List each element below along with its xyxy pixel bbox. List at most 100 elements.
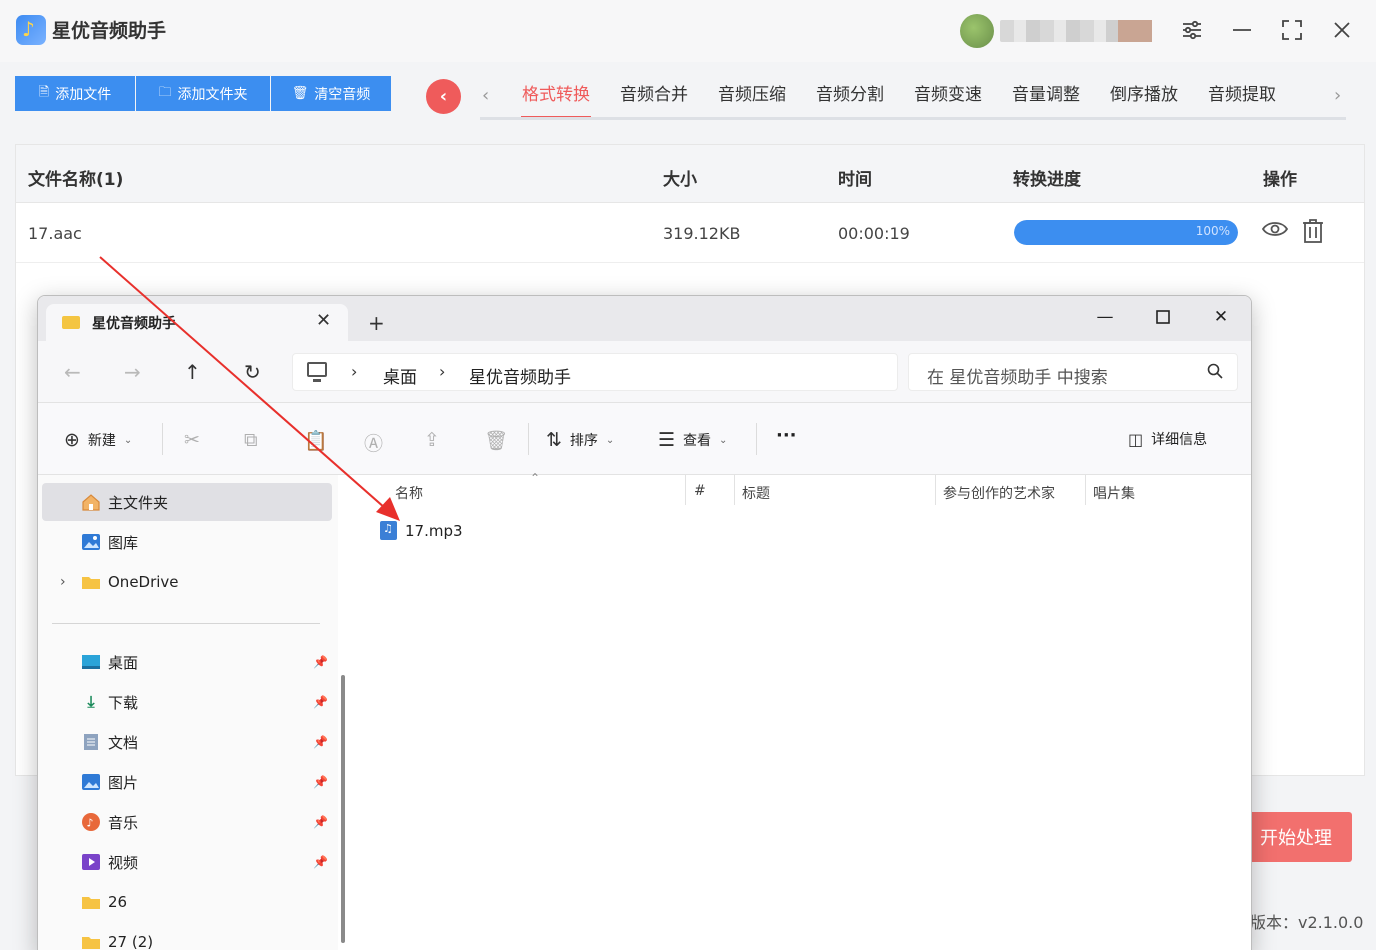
column-divider[interactable] (1085, 475, 1086, 505)
sidebar-item-pictures[interactable]: 图片 📌 (42, 763, 332, 801)
copy-button[interactable]: ⧉ (244, 429, 258, 451)
video-icon (80, 853, 102, 871)
new-label: 新建 (87, 433, 116, 449)
tab-audio-compress[interactable]: 音频压缩 (706, 80, 798, 118)
sidebar-item-label: 图片 (108, 773, 139, 792)
pin-icon[interactable]: 📌 (313, 855, 328, 869)
col-filename: 文件名称(1) (28, 170, 124, 190)
tab-audio-merge[interactable]: 音频合并 (608, 80, 700, 118)
explorer-minimize-icon[interactable]: — (1085, 302, 1125, 332)
tab-reverse-play[interactable]: 倒序播放 (1098, 80, 1190, 118)
sidebar-item-downloads[interactable]: ⤓ 下载 📌 (42, 683, 332, 721)
chevron-right-icon[interactable]: › (439, 362, 445, 381)
share-button[interactable]: ⇪ (424, 429, 440, 451)
explorer-tab-bar: 星优音频助手 ✕ + — ✕ (38, 296, 1251, 341)
tab-close-icon[interactable]: ✕ (316, 310, 331, 331)
new-tab-plus-icon[interactable]: + (368, 311, 385, 335)
settings-sliders-icon[interactable] (1176, 14, 1208, 46)
sidebar-item-label: 文档 (108, 733, 139, 752)
up-arrow-icon[interactable]: ↑ (184, 360, 201, 384)
add-folder-button[interactable]: 🗀 添加文件夹 (136, 76, 270, 111)
more-options-button[interactable]: ··· (776, 425, 797, 446)
tabs-scroll-right-icon[interactable]: › (1334, 85, 1341, 106)
fullscreen-icon[interactable] (1276, 14, 1308, 46)
avatar[interactable] (960, 14, 994, 48)
sidebar-item-videos[interactable]: 视频 📌 (42, 843, 332, 881)
sidebar-item-label: 主文件夹 (108, 493, 169, 512)
sidebar-item-home[interactable]: 主文件夹 (42, 483, 332, 521)
start-process-button[interactable]: 开始处理 (1240, 812, 1352, 862)
sidebar-item-folder-27[interactable]: 27 (2) (42, 923, 332, 950)
explorer-maximize-icon[interactable] (1143, 302, 1183, 332)
address-bar[interactable]: › 桌面 › 星优音频助手 (292, 353, 898, 391)
sidebar-item-documents[interactable]: 文档 📌 (42, 723, 332, 761)
delete-button[interactable]: 🗑 (484, 429, 508, 452)
breadcrumb-desktop[interactable]: 桌面 (383, 363, 417, 388)
expand-chevron-icon[interactable]: › (60, 574, 66, 590)
folder-outline-icon: 🗀 (158, 84, 172, 100)
pin-icon[interactable]: 📌 (313, 655, 328, 669)
sidebar-item-desktop[interactable]: 桌面 📌 (42, 643, 332, 681)
pin-icon[interactable]: 📌 (313, 775, 328, 789)
column-header-name[interactable]: 名称 (395, 483, 423, 503)
table-row[interactable]: 17.aac 319.12KB 00:00:19 100% (16, 203, 1364, 263)
forward-arrow-icon[interactable]: → (124, 360, 141, 384)
clear-audio-button[interactable]: 🗑 清空音频 (271, 76, 391, 111)
sidebar-scrollbar[interactable] (341, 675, 345, 943)
tab-audio-extract[interactable]: 音频提取 (1196, 80, 1288, 118)
pin-icon[interactable]: 📌 (313, 735, 328, 749)
sidebar-item-gallery[interactable]: 图库 (42, 523, 332, 561)
row-filename: 17.aac (28, 224, 82, 243)
close-icon[interactable] (1326, 14, 1358, 46)
list-item[interactable]: 17.mp3 (380, 521, 463, 540)
details-label: 详细信息 (1151, 432, 1208, 448)
tabs-underline (480, 117, 1346, 120)
search-box[interactable]: 在 星优音频助手 中搜索 (908, 353, 1238, 391)
back-circle-button[interactable]: ‹ (426, 79, 461, 114)
view-button[interactable]: ☰ 查看 ⌄ (658, 429, 727, 451)
details-pane-button[interactable]: ◫ 详细信息 (1128, 429, 1207, 449)
sidebar-item-onedrive[interactable]: › OneDrive (42, 563, 332, 601)
back-arrow-icon[interactable]: ← (64, 360, 81, 384)
delete-trash-icon[interactable] (1302, 219, 1324, 249)
pin-icon[interactable]: 📌 (313, 695, 328, 709)
chevron-right-icon[interactable]: › (351, 362, 357, 381)
title-bar: 星优音频助手 (0, 0, 1376, 62)
column-divider[interactable] (685, 475, 686, 505)
explorer-close-icon[interactable]: ✕ (1201, 302, 1241, 332)
tab-format-convert[interactable]: 格式转换 (510, 80, 602, 118)
add-file-button[interactable]: 🗎 添加文件 (15, 76, 135, 111)
column-header-album[interactable]: 唱片集 (1093, 483, 1135, 503)
tabs-scroll-left-icon[interactable]: ‹ (482, 85, 489, 106)
pin-icon[interactable]: 📌 (313, 815, 328, 829)
add-file-label: 添加文件 (55, 86, 112, 103)
paste-button[interactable]: 📋 (304, 429, 328, 452)
refresh-icon[interactable]: ↻ (244, 360, 261, 384)
new-button[interactable]: ⊕ 新建 ⌄ (64, 429, 132, 451)
plus-circle-icon: ⊕ (64, 429, 80, 451)
column-header-number[interactable]: # (694, 483, 706, 499)
scissors-icon: ✂ (184, 429, 200, 451)
minimize-icon[interactable] (1226, 14, 1258, 46)
user-name-blurred (1000, 20, 1152, 42)
home-icon (80, 493, 102, 511)
explorer-tab[interactable]: 星优音频助手 ✕ (46, 304, 348, 341)
sidebar-item-label: 26 (108, 893, 128, 911)
sort-button[interactable]: ⇅ 排序 ⌄ (546, 429, 614, 451)
column-header-artist[interactable]: 参与创作的艺术家 (943, 483, 1055, 503)
sidebar-item-folder-26[interactable]: 26 (42, 883, 332, 921)
row-size: 319.12KB (663, 224, 741, 243)
tab-audio-split[interactable]: 音频分割 (804, 80, 896, 118)
column-divider[interactable] (935, 475, 936, 505)
cut-button[interactable]: ✂ (184, 429, 200, 451)
breadcrumb-folder[interactable]: 星优音频助手 (469, 363, 571, 388)
search-icon[interactable] (1207, 363, 1223, 383)
preview-eye-icon[interactable] (1261, 219, 1289, 245)
tab-volume-adjust[interactable]: 音量调整 (1000, 80, 1092, 118)
column-divider[interactable] (734, 475, 735, 505)
tab-audio-speed[interactable]: 音频变速 (902, 80, 994, 118)
sidebar-item-music[interactable]: ♪ 音乐 📌 (42, 803, 332, 841)
add-folder-label: 添加文件夹 (177, 86, 248, 103)
rename-button[interactable]: Ⓐ (364, 429, 383, 456)
column-header-title[interactable]: 标题 (742, 483, 770, 503)
